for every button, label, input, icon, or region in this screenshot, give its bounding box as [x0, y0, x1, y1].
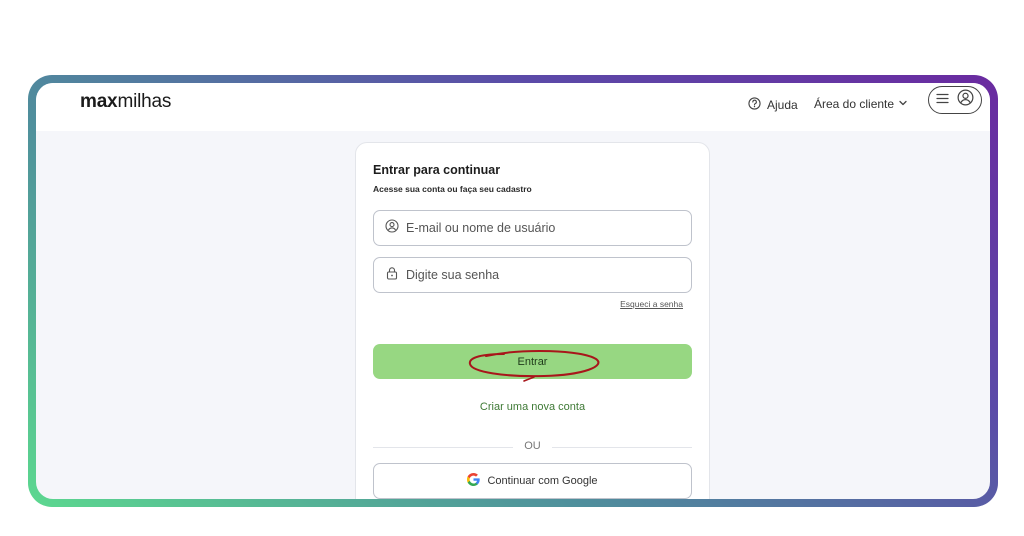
continue-with-google-button[interactable]: Continuar com Google	[373, 463, 692, 499]
google-button-label: Continuar com Google	[487, 475, 598, 487]
email-input[interactable]	[406, 221, 676, 235]
logo-bold-part: max	[80, 91, 118, 112]
chevron-down-icon	[898, 97, 908, 111]
forgot-password-link[interactable]: Esqueci a senha	[620, 299, 683, 309]
account-menu-button[interactable]	[928, 86, 982, 114]
login-subtitle: Acesse sua conta ou faça seu cadastro	[373, 184, 532, 194]
client-area-dropdown[interactable]: Área do cliente	[814, 97, 908, 111]
client-area-label: Área do cliente	[814, 97, 895, 111]
google-icon	[467, 473, 481, 489]
top-navigation-bar: maxmilhas Ajuda Área do cliente	[36, 83, 990, 131]
divider-text: OU	[524, 440, 541, 452]
device-frame: maxmilhas Ajuda Área do cliente Entrar p…	[28, 75, 998, 507]
user-icon	[385, 218, 399, 238]
logo-light-part: milhas	[117, 91, 172, 112]
lock-icon	[385, 266, 399, 285]
help-circle-icon	[748, 97, 761, 113]
password-input[interactable]	[406, 268, 676, 282]
password-field[interactable]	[373, 257, 692, 293]
user-circle-icon	[957, 89, 974, 111]
or-divider: OU	[373, 440, 692, 453]
create-account-link[interactable]: Criar uma nova conta	[356, 401, 709, 413]
help-link[interactable]: Ajuda	[748, 97, 798, 113]
email-field[interactable]	[373, 210, 692, 246]
maxmilhas-logo[interactable]: maxmilhas	[80, 91, 171, 113]
login-title: Entrar para continuar	[373, 163, 501, 177]
menu-icon	[936, 91, 949, 109]
help-label: Ajuda	[767, 98, 798, 112]
divider-line-right	[552, 447, 692, 448]
browser-screen: maxmilhas Ajuda Área do cliente Entrar p…	[36, 83, 990, 499]
enter-button[interactable]: Entrar	[373, 344, 692, 379]
login-card: Entrar para continuar Acesse sua conta o…	[355, 142, 710, 499]
